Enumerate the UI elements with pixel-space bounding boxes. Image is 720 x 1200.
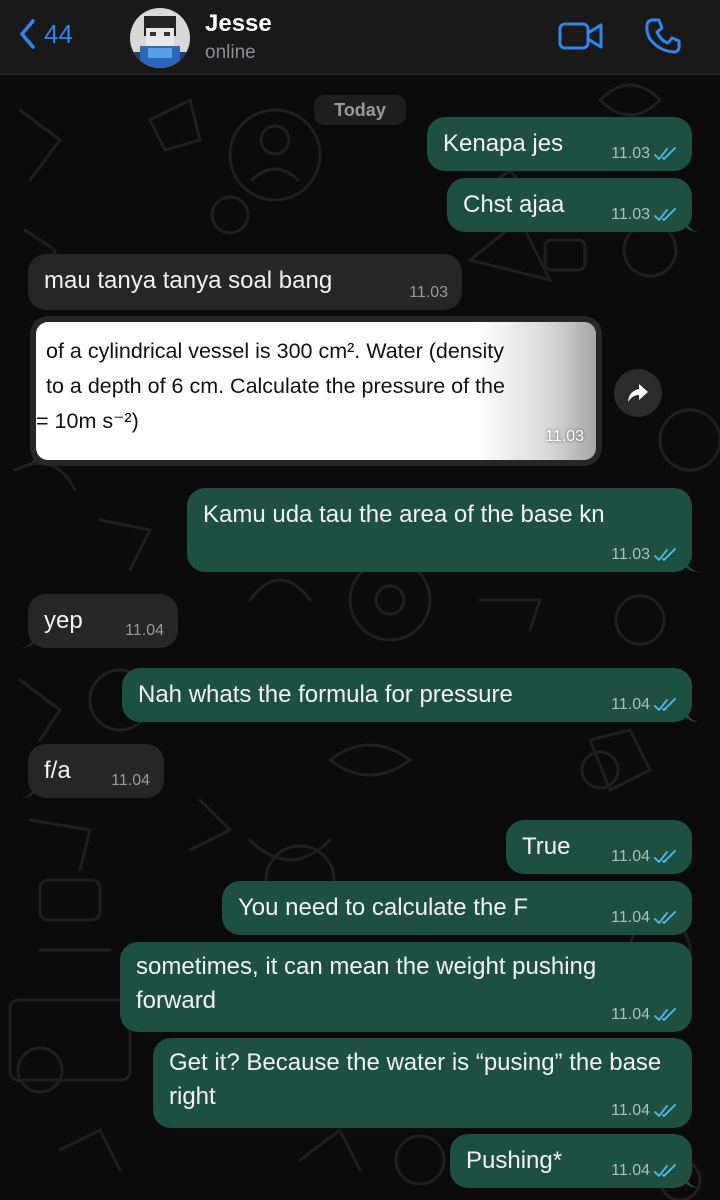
message-meta: 11.04 bbox=[111, 772, 150, 790]
avatar[interactable] bbox=[130, 8, 190, 68]
message-time: 11.03 bbox=[409, 284, 448, 301]
double-check-icon bbox=[654, 208, 676, 221]
message-time: 11.03 bbox=[611, 546, 650, 563]
back-button[interactable]: 44 bbox=[18, 18, 73, 50]
bubble-tail bbox=[21, 782, 35, 798]
message-text: Nah whats the formula for pressure bbox=[138, 681, 513, 708]
double-check-icon bbox=[654, 1164, 676, 1177]
message-text: You need to calculate the F bbox=[238, 894, 528, 921]
photo-text-line: to a depth of 6 cm. Calculate the pressu… bbox=[46, 374, 505, 398]
message-meta: 11.03 bbox=[611, 145, 678, 163]
chat-header: 44 Jesse online bbox=[0, 0, 720, 75]
outgoing-message[interactable]: True 11.04 bbox=[506, 820, 692, 874]
question-photo[interactable]: of a cylindrical vessel is 300 cm². Wate… bbox=[36, 322, 596, 460]
message-meta: 11.04 bbox=[611, 1006, 678, 1024]
message-time: 11.03 bbox=[611, 206, 650, 223]
double-check-icon bbox=[654, 548, 676, 561]
message-text: True bbox=[522, 833, 571, 860]
message-time: 11.04 bbox=[611, 1006, 650, 1023]
message-time: 11.04 bbox=[111, 772, 150, 789]
message-meta: 11.03 bbox=[409, 284, 448, 302]
message-text: Kamu uda tau the area of the base kn bbox=[203, 501, 605, 528]
message-text: Pushing* bbox=[466, 1147, 563, 1174]
message-time: 11.03 bbox=[611, 145, 650, 162]
message-meta: 11.04 bbox=[611, 909, 678, 927]
message-text: sometimes, it can mean the weight pushin… bbox=[136, 953, 597, 1014]
message-text: f/a bbox=[44, 757, 71, 784]
phone-icon bbox=[645, 18, 681, 54]
bubble-tail bbox=[685, 556, 699, 572]
contact-name[interactable]: Jesse bbox=[205, 10, 272, 38]
double-check-icon bbox=[654, 147, 676, 160]
incoming-message[interactable]: yep 11.04 bbox=[21, 594, 178, 648]
photo-text-line: = 10m s⁻²) bbox=[36, 409, 139, 433]
message-meta: 11.04 bbox=[611, 696, 678, 714]
message-time: 11.04 bbox=[611, 1162, 650, 1179]
outgoing-message[interactable]: Nah whats the formula for pressure 11.04 bbox=[122, 668, 699, 722]
message-text: Kenapa jes bbox=[443, 130, 564, 157]
incoming-message[interactable]: mau tanya tanya soal bang 11.03 bbox=[28, 254, 462, 310]
forward-button[interactable] bbox=[614, 369, 662, 417]
outgoing-message[interactable]: sometimes, it can mean the weight pushin… bbox=[120, 942, 692, 1032]
outgoing-message[interactable]: Get it? Because the water is “pusing” th… bbox=[153, 1038, 692, 1128]
voice-call-button[interactable] bbox=[644, 17, 682, 60]
bubble-tail bbox=[685, 1172, 699, 1188]
bubble-tail bbox=[23, 450, 37, 466]
outgoing-message[interactable]: Kamu uda tau the area of the base kn 11.… bbox=[187, 488, 699, 572]
message-text: mau tanya tanya soal bang bbox=[44, 267, 333, 294]
double-check-icon bbox=[654, 850, 676, 863]
message-time: 11.04 bbox=[611, 848, 650, 865]
unread-count: 44 bbox=[44, 18, 73, 49]
outgoing-message[interactable]: Chst ajaa 11.03 bbox=[447, 178, 699, 232]
double-check-icon bbox=[654, 911, 676, 924]
message-time: 11.04 bbox=[611, 1102, 650, 1119]
incoming-message[interactable]: f/a 11.04 bbox=[21, 744, 164, 798]
message-meta: 11.03 bbox=[611, 206, 678, 224]
bubble-tail bbox=[685, 706, 699, 722]
video-camera-icon bbox=[558, 22, 603, 50]
double-check-icon bbox=[654, 1008, 676, 1021]
message-meta: 11.04 bbox=[611, 848, 678, 866]
outgoing-message[interactable]: Pushing* 11.04 bbox=[450, 1134, 699, 1188]
message-meta: 11.04 bbox=[611, 1162, 678, 1180]
outgoing-message[interactable]: Kenapa jes 11.03 bbox=[427, 117, 692, 171]
message-meta: 11.04 bbox=[611, 1102, 678, 1120]
message-meta: 11.04 bbox=[125, 622, 164, 640]
message-text: Get it? Because the water is “pusing” th… bbox=[169, 1049, 662, 1110]
message-meta: 11.03 bbox=[611, 546, 678, 564]
contact-status: online bbox=[205, 42, 256, 63]
back-chevron-icon bbox=[20, 19, 35, 49]
message-time: 11.04 bbox=[611, 696, 650, 713]
bubble-tail bbox=[21, 632, 35, 648]
date-separator: Today bbox=[314, 95, 406, 125]
message-time: 11.04 bbox=[611, 909, 650, 926]
photo-text-line: of a cylindrical vessel is 300 cm². Wate… bbox=[46, 339, 505, 363]
double-check-icon bbox=[654, 698, 676, 711]
message-text: Chst ajaa bbox=[463, 191, 565, 218]
forward-icon bbox=[628, 384, 648, 402]
incoming-image-message[interactable]: of a cylindrical vessel is 300 cm². Wate… bbox=[23, 316, 602, 466]
bubble-tail bbox=[685, 216, 699, 232]
outgoing-message[interactable]: You need to calculate the F 11.04 bbox=[222, 881, 692, 935]
video-call-button[interactable] bbox=[558, 20, 604, 57]
message-time: 11.03 bbox=[545, 428, 584, 445]
message-text: yep bbox=[44, 607, 83, 634]
double-check-icon bbox=[654, 1104, 676, 1117]
message-time: 11.04 bbox=[125, 622, 164, 639]
